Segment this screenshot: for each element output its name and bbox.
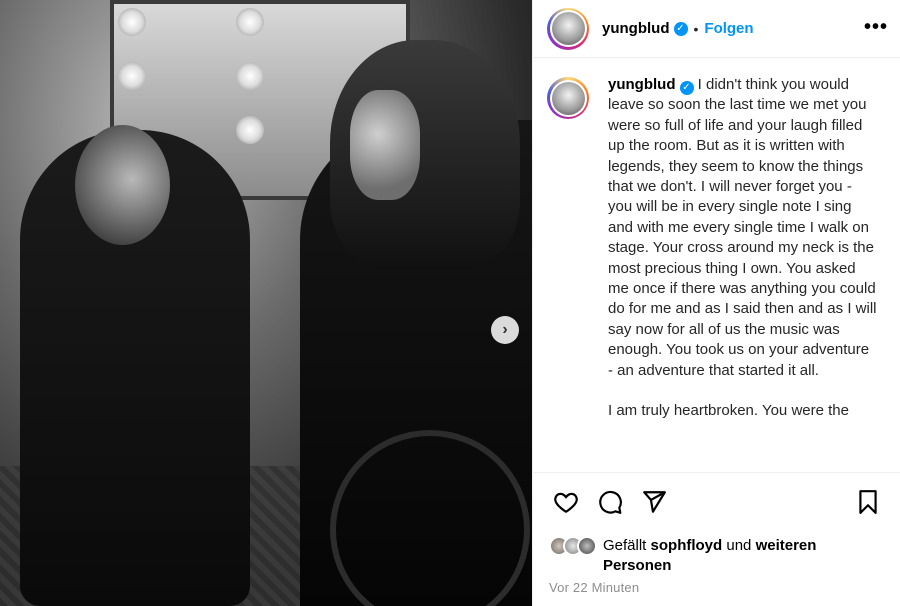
follow-button[interactable]: Folgen bbox=[704, 20, 753, 37]
post-timestamp[interactable]: Vor 22 Minuten bbox=[549, 580, 885, 595]
chevron-right-icon: › bbox=[502, 321, 508, 338]
action-icons bbox=[549, 485, 885, 519]
caption-scroll-area[interactable]: yungblud ✓ I didn't think you would leave… bbox=[533, 59, 900, 471]
like-button[interactable] bbox=[549, 485, 583, 519]
caption-text: yungblud ✓ I didn't think you would leave… bbox=[608, 75, 878, 442]
light-bulb bbox=[118, 8, 146, 36]
comment-icon bbox=[599, 490, 622, 514]
separator-dot: • bbox=[693, 20, 699, 37]
share-icon bbox=[643, 491, 666, 513]
caption-row: yungblud ✓ I didn't think you would leave… bbox=[547, 75, 887, 442]
liker-avatars[interactable] bbox=[549, 536, 597, 556]
light-bulb bbox=[236, 62, 264, 90]
next-photo-button[interactable]: › bbox=[491, 316, 519, 344]
caption-paragraph-2: I am truly heartbroken. You were the bbox=[608, 402, 849, 420]
caption-paragraph-1: yungblud ✓ I didn't think you would leave… bbox=[608, 75, 878, 381]
post-photo[interactable]: › bbox=[0, 0, 532, 606]
post-actions: Gefällt sophfloyd und weiteren Personen … bbox=[533, 472, 900, 606]
liker-avatar bbox=[577, 536, 597, 556]
heart-icon bbox=[554, 492, 578, 514]
light-bulb bbox=[236, 8, 264, 36]
avatar-inner bbox=[549, 79, 587, 117]
caption-username[interactable]: yungblud bbox=[608, 76, 676, 93]
verified-badge-icon: ✓ bbox=[673, 21, 688, 36]
likes-summary: Gefällt sophfloyd und weiteren Personen bbox=[549, 536, 885, 576]
likes-prefix: Gefällt bbox=[603, 537, 647, 554]
light-bulb bbox=[236, 116, 264, 144]
likes-text: Gefällt sophfloyd und weiteren Personen bbox=[603, 536, 885, 576]
likes-connector: und bbox=[726, 537, 752, 554]
verified-badge-icon: ✓ bbox=[679, 81, 694, 95]
bookmark-icon bbox=[859, 490, 877, 514]
header-username[interactable]: yungblud bbox=[602, 20, 670, 37]
more-options-icon[interactable]: ••• bbox=[864, 16, 888, 39]
avatar-image bbox=[551, 81, 585, 115]
light-bulb bbox=[118, 62, 146, 90]
post-side-panel: yungblud ✓ • Folgen ••• yungblud ✓ I didn… bbox=[532, 0, 900, 606]
avatar-inner bbox=[549, 10, 587, 47]
person-right-face bbox=[350, 90, 420, 200]
avatar-image bbox=[551, 12, 585, 45]
avatar[interactable] bbox=[547, 7, 589, 50]
save-button[interactable] bbox=[851, 485, 885, 519]
post-header: yungblud ✓ • Folgen ••• bbox=[533, 0, 900, 58]
caption-avatar[interactable] bbox=[547, 77, 589, 119]
comment-button[interactable] bbox=[593, 485, 627, 519]
caption-body-1: I didn't think you would leave so soon t… bbox=[608, 76, 877, 379]
share-button[interactable] bbox=[637, 485, 671, 519]
person-left-head bbox=[75, 125, 170, 245]
liker-username[interactable]: sophfloyd bbox=[651, 537, 723, 554]
